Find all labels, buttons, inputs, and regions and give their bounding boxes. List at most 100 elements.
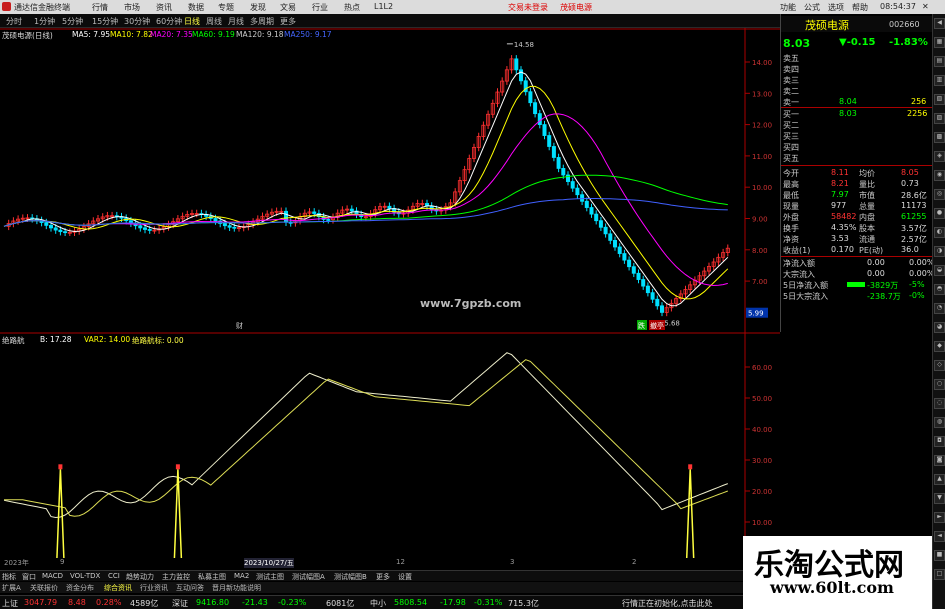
menu-item[interactable]: L1L2 (374, 2, 393, 11)
toolbar-tool-icon[interactable]: ◀ (934, 18, 945, 29)
toolbar-tool-icon[interactable]: ◎ (934, 189, 945, 200)
app-logo-icon (2, 2, 11, 11)
period-tab[interactable]: 更多 (280, 16, 296, 27)
toolbar-tool-icon[interactable]: ▨ (934, 113, 945, 124)
period-tab[interactable]: 15分钟 (92, 16, 118, 27)
quote-price: 8.03 (783, 37, 811, 50)
toolbar-tool-icon[interactable]: ◉ (934, 170, 945, 181)
indicator-tab[interactable]: CCI (108, 572, 120, 580)
info-tab[interactable]: 综合资讯 (104, 583, 132, 593)
menu-item[interactable]: 行情 (92, 2, 108, 13)
toolbar-tool-icon[interactable]: ◓ (934, 284, 945, 295)
indicator-tab[interactable]: MACD (42, 572, 63, 580)
status-message[interactable]: 行情正在初始化,点击此处 (622, 598, 713, 609)
menu-item[interactable]: 选项 (828, 2, 844, 13)
toolbar-tool-icon[interactable]: ▦ (934, 37, 945, 48)
menu-item[interactable]: 热点 (344, 2, 360, 13)
candle-body (598, 220, 603, 228)
indicator-tab[interactable]: 趋势动力 (126, 572, 154, 582)
toolbar-tool-icon[interactable]: □ (934, 569, 945, 580)
indicator-tab[interactable]: 主力监控 (162, 572, 190, 582)
toolbar-tool-icon[interactable]: ◆ (934, 341, 945, 352)
menu-item[interactable]: 发现 (250, 2, 266, 13)
sh-index-label[interactable]: 上证 (2, 598, 18, 609)
toolbar-tool-icon[interactable]: ▲ (934, 474, 945, 485)
toolbar-tool-icon[interactable]: ○ (934, 379, 945, 390)
toolbar-tool-icon[interactable]: ◍ (934, 417, 945, 428)
indicator-tab[interactable]: 指标 (2, 572, 16, 582)
toolbar-tool-icon[interactable]: ◑ (934, 246, 945, 257)
zx-index-label[interactable]: 中小 (370, 598, 386, 609)
toolbar-tool-icon[interactable]: ◕ (934, 322, 945, 333)
candle-body (528, 91, 533, 104)
stat-row: 最高 8.21 量比 0.73 (781, 178, 933, 189)
period-tab-active[interactable]: 日线 (184, 16, 200, 27)
kline-chart[interactable]: 14.00 13.00 12.00 11.00 10.00 9.00 8.00 7.00 60.… (0, 28, 780, 558)
toolbar-tool-icon[interactable]: ◌ (934, 398, 945, 409)
flow-pct: 0.00% (909, 269, 935, 278)
period-tab[interactable]: 分时 (6, 16, 22, 27)
toolbar-tool-icon[interactable]: ► (934, 512, 945, 523)
period-tab[interactable]: 月线 (228, 16, 244, 27)
info-tab[interactable]: 晋月新功能说明 (212, 583, 261, 593)
indicator-tab[interactable]: 窗口 (22, 572, 36, 582)
info-tab[interactable]: 资金分布 (66, 583, 94, 593)
toolbar-tool-icon[interactable]: ▩ (934, 132, 945, 143)
info-tabs: 扩展A 关联报价 资金分布 综合资讯 行业资讯 互动问答 晋月新功能说明 (0, 582, 780, 593)
info-tab[interactable]: 互动问答 (176, 583, 204, 593)
menu-item[interactable]: 文易 (280, 2, 296, 13)
indicator-tab[interactable]: MA2 (234, 572, 249, 580)
info-tab[interactable]: 行业资讯 (140, 583, 168, 593)
toolbar-tool-icon[interactable]: ◘ (934, 436, 945, 447)
period-tab[interactable]: 30分钟 (124, 16, 150, 27)
toolbar-tool-icon[interactable]: ▥ (934, 75, 945, 86)
stat-value: 61255 (901, 212, 927, 221)
buy-level-row: 买三 (781, 130, 933, 141)
toolbar-tool-icon[interactable]: ● (934, 208, 945, 219)
period-tab[interactable]: 多周期 (250, 16, 274, 27)
indicator-tab[interactable]: 私募主图 (198, 572, 226, 582)
zx-index-amount: 715.3亿 (508, 599, 539, 608)
menu-item[interactable]: 资讯 (156, 2, 172, 13)
toolbar-tool-icon[interactable]: ▧ (934, 94, 945, 105)
toolbar-tool-icon[interactable]: ◙ (934, 455, 945, 466)
flow-row: 大宗流入 0.00 0.00% (781, 268, 935, 279)
menu-item[interactable]: 专题 (218, 2, 234, 13)
toolbar-tool-icon[interactable]: ▤ (934, 56, 945, 67)
period-tab[interactable]: 1分钟 (34, 16, 55, 27)
current-price-tag-label: 5.99 (748, 310, 764, 318)
period-tab[interactable]: 5分钟 (62, 16, 83, 27)
candle-body (514, 58, 519, 71)
period-tab[interactable]: 60分钟 (156, 16, 182, 27)
toolbar-tool-icon[interactable]: ◇ (934, 360, 945, 371)
close-icon[interactable]: ✕ (922, 2, 929, 11)
indicator-tab[interactable]: 设置 (398, 572, 412, 582)
toolbar-tool-icon[interactable]: ▼ (934, 493, 945, 504)
toolbar-tool-icon[interactable]: ◐ (934, 227, 945, 238)
indicator-tab[interactable]: 测试幅图A (292, 572, 325, 582)
menu-item[interactable]: 帮助 (852, 2, 868, 13)
menu-item[interactable]: 公式 (804, 2, 820, 13)
candle-body (44, 222, 49, 226)
toolbar-tool-icon[interactable]: ■ (934, 550, 945, 561)
menu-item[interactable]: 市场 (124, 2, 140, 13)
sz-index-label[interactable]: 深证 (172, 598, 188, 609)
info-tab[interactable]: 扩展A (2, 583, 21, 593)
candle-body (603, 226, 608, 235)
menu-item[interactable]: 功能 (780, 2, 796, 13)
period-tab[interactable]: 周线 (206, 16, 222, 27)
toolbar-tool-icon[interactable]: ◔ (934, 303, 945, 314)
sz-index-value: 9416.80 (196, 598, 230, 607)
info-tab[interactable]: 关联报价 (30, 583, 58, 593)
login-status[interactable]: 交易未登录 (508, 2, 548, 13)
indicator-tab[interactable]: VOL-TDX (70, 572, 100, 580)
menu-item[interactable]: 数据 (188, 2, 204, 13)
sh-index-amount: 4589亿 (130, 599, 159, 608)
toolbar-tool-icon[interactable]: ◒ (934, 265, 945, 276)
indicator-tab[interactable]: 测试主图 (256, 572, 284, 582)
menu-item[interactable]: 行业 (312, 2, 328, 13)
indicator-tab[interactable]: 测试幅图B (334, 572, 367, 582)
toolbar-tool-icon[interactable]: ◈ (934, 151, 945, 162)
toolbar-tool-icon[interactable]: ◄ (934, 531, 945, 542)
indicator-tab[interactable]: 更多 (376, 572, 390, 582)
